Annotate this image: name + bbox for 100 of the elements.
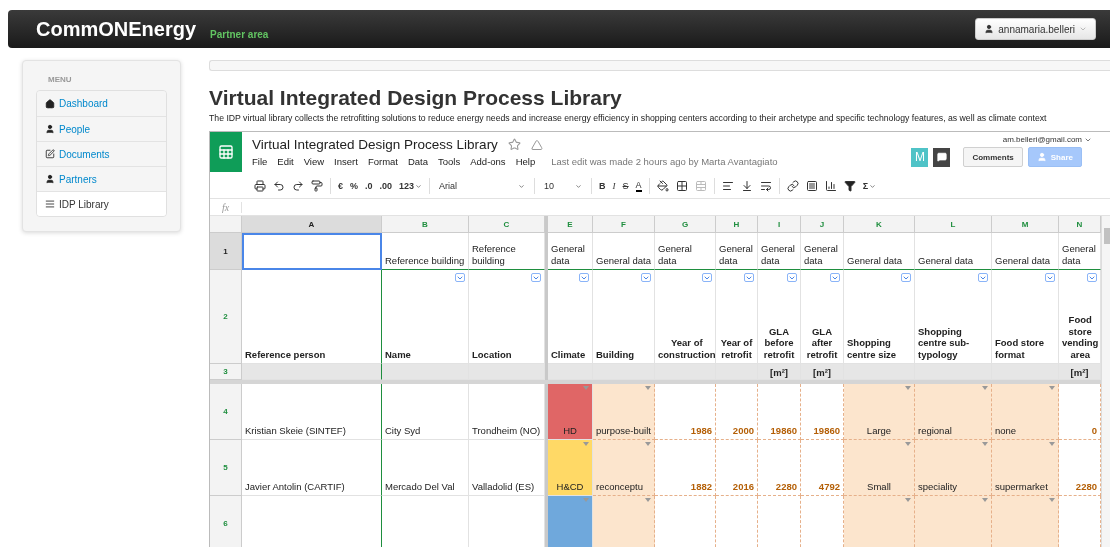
dropdown-arrow-icon[interactable] xyxy=(583,442,589,446)
column-header[interactable]: C xyxy=(469,216,545,233)
align-icon[interactable] xyxy=(721,180,734,192)
dropdown-arrow-icon[interactable] xyxy=(645,386,651,390)
account-email[interactable]: am.belleri@gmail.com xyxy=(1002,135,1092,144)
fill-color-icon[interactable] xyxy=(656,180,669,192)
chat-button[interactable] xyxy=(933,147,951,167)
sheets-logo-button[interactable] xyxy=(210,132,242,172)
menu-item[interactable]: Add-ons xyxy=(470,156,506,167)
menu-item[interactable]: Edit xyxy=(277,156,294,167)
caret-icon[interactable] xyxy=(415,182,423,190)
document-title[interactable]: Virtual Integrated Design Process Library xyxy=(252,137,498,152)
star-icon[interactable] xyxy=(507,138,521,151)
scrollbar[interactable] xyxy=(1101,216,1110,547)
dropdown-arrow-icon[interactable] xyxy=(982,386,988,390)
wrap-text-icon[interactable] xyxy=(759,180,772,192)
filter-button[interactable] xyxy=(579,273,589,282)
bold-button[interactable]: B xyxy=(599,181,606,191)
column-header[interactable]: E xyxy=(548,216,593,233)
column-header[interactable]: J xyxy=(801,216,844,233)
dropdown-arrow-icon[interactable] xyxy=(1049,442,1055,446)
last-edit-link[interactable]: Last edit was made 2 hours ago by Marta Avantagiato xyxy=(551,156,778,167)
scrollbar-thumb[interactable] xyxy=(1104,228,1110,244)
row-number[interactable]: 3 xyxy=(210,364,242,380)
filter-button[interactable] xyxy=(830,273,840,282)
currency-button[interactable]: € xyxy=(338,181,343,191)
row-number[interactable]: 6 xyxy=(210,496,242,547)
filter-button[interactable] xyxy=(702,273,712,282)
strikethrough-button[interactable]: S xyxy=(622,181,629,191)
filter-button[interactable] xyxy=(787,273,797,282)
triangle-icon[interactable] xyxy=(530,138,543,151)
comment-icon[interactable] xyxy=(805,180,818,192)
filter-button[interactable] xyxy=(1087,273,1097,282)
print-icon[interactable] xyxy=(254,180,266,192)
table-cell: General data xyxy=(915,233,992,270)
table-cell: Mercado Del Val xyxy=(382,440,469,496)
menu-item[interactable]: Insert xyxy=(334,156,358,167)
filter-button[interactable] xyxy=(1045,273,1055,282)
column-header[interactable]: B xyxy=(382,216,469,233)
brand-logo[interactable]: CommONEnergy xyxy=(36,17,197,41)
percent-button[interactable]: % xyxy=(350,181,359,191)
menu-item[interactable]: File xyxy=(252,156,268,167)
link-icon[interactable] xyxy=(786,180,799,192)
column-header[interactable]: A xyxy=(242,216,382,233)
column-header[interactable]: H xyxy=(716,216,758,233)
column-header[interactable]: N xyxy=(1059,216,1101,233)
undo-icon[interactable] xyxy=(273,180,285,192)
caret-icon[interactable] xyxy=(575,182,583,190)
menu-item[interactable]: Data xyxy=(407,156,429,167)
column-header[interactable]: F xyxy=(593,216,655,233)
comments-button[interactable]: Comments xyxy=(963,147,1023,167)
dropdown-arrow-icon[interactable] xyxy=(982,498,988,502)
column-header[interactable]: M xyxy=(992,216,1059,233)
redo-icon[interactable] xyxy=(292,180,304,192)
font-dropdown[interactable]: Arial xyxy=(437,181,528,191)
dropdown-arrow-icon[interactable] xyxy=(1049,386,1055,390)
column-header[interactable]: G xyxy=(655,216,716,233)
dropdown-arrow-icon[interactable] xyxy=(905,386,911,390)
decrease-decimals-button[interactable]: .0 xyxy=(365,181,373,191)
column-header[interactable]: I xyxy=(758,216,801,233)
column-header[interactable]: L xyxy=(915,216,992,233)
caret-icon[interactable] xyxy=(518,182,526,190)
increase-decimals-button[interactable]: .00 xyxy=(379,181,393,191)
italic-button[interactable]: I xyxy=(612,181,616,191)
user-menu-button[interactable]: annamaria.belleri xyxy=(975,18,1096,40)
menu-item[interactable]: View xyxy=(303,156,325,167)
menu-item[interactable]: Help xyxy=(515,156,536,167)
paint-format-icon[interactable] xyxy=(311,180,323,192)
row-number[interactable]: 5 xyxy=(210,440,242,496)
chart-icon[interactable] xyxy=(824,180,837,192)
dropdown-arrow-icon[interactable] xyxy=(1049,498,1055,502)
dropdown-arrow-icon[interactable] xyxy=(645,442,651,446)
dropdown-arrow-icon[interactable] xyxy=(905,498,911,502)
row-number[interactable]: 2 xyxy=(210,270,242,364)
dropdown-arrow-icon[interactable] xyxy=(982,442,988,446)
filter-button[interactable] xyxy=(531,273,541,282)
text-color-button[interactable]: A xyxy=(635,180,642,192)
functions-button[interactable]: Σ xyxy=(862,181,877,191)
filter-button[interactable] xyxy=(901,273,911,282)
filter-button[interactable] xyxy=(978,273,988,282)
menu-item[interactable]: Tools xyxy=(438,156,461,167)
number-format-button[interactable]: 123 xyxy=(399,181,423,191)
borders-icon[interactable] xyxy=(675,180,688,192)
caret-icon[interactable] xyxy=(1079,25,1087,33)
filter-button[interactable] xyxy=(744,273,754,282)
dropdown-arrow-icon[interactable] xyxy=(645,498,651,502)
row-number[interactable]: 4 xyxy=(210,384,242,440)
filter-icon[interactable] xyxy=(843,180,856,192)
column-header[interactable]: K xyxy=(844,216,915,233)
dropdown-arrow-icon[interactable] xyxy=(905,442,911,446)
sidebar-item[interactable]: IDP Library xyxy=(37,191,166,216)
vertical-align-icon[interactable] xyxy=(740,180,753,192)
menu-item[interactable]: Format xyxy=(367,156,398,167)
font-size-dropdown[interactable]: 10 xyxy=(542,181,585,191)
filter-button[interactable] xyxy=(455,273,465,282)
caret-icon[interactable] xyxy=(869,182,877,190)
filter-button[interactable] xyxy=(641,273,651,282)
merge-cells-icon[interactable] xyxy=(694,180,707,192)
row-number[interactable]: 1 xyxy=(210,233,242,270)
table-cell: 1986 xyxy=(655,384,716,440)
